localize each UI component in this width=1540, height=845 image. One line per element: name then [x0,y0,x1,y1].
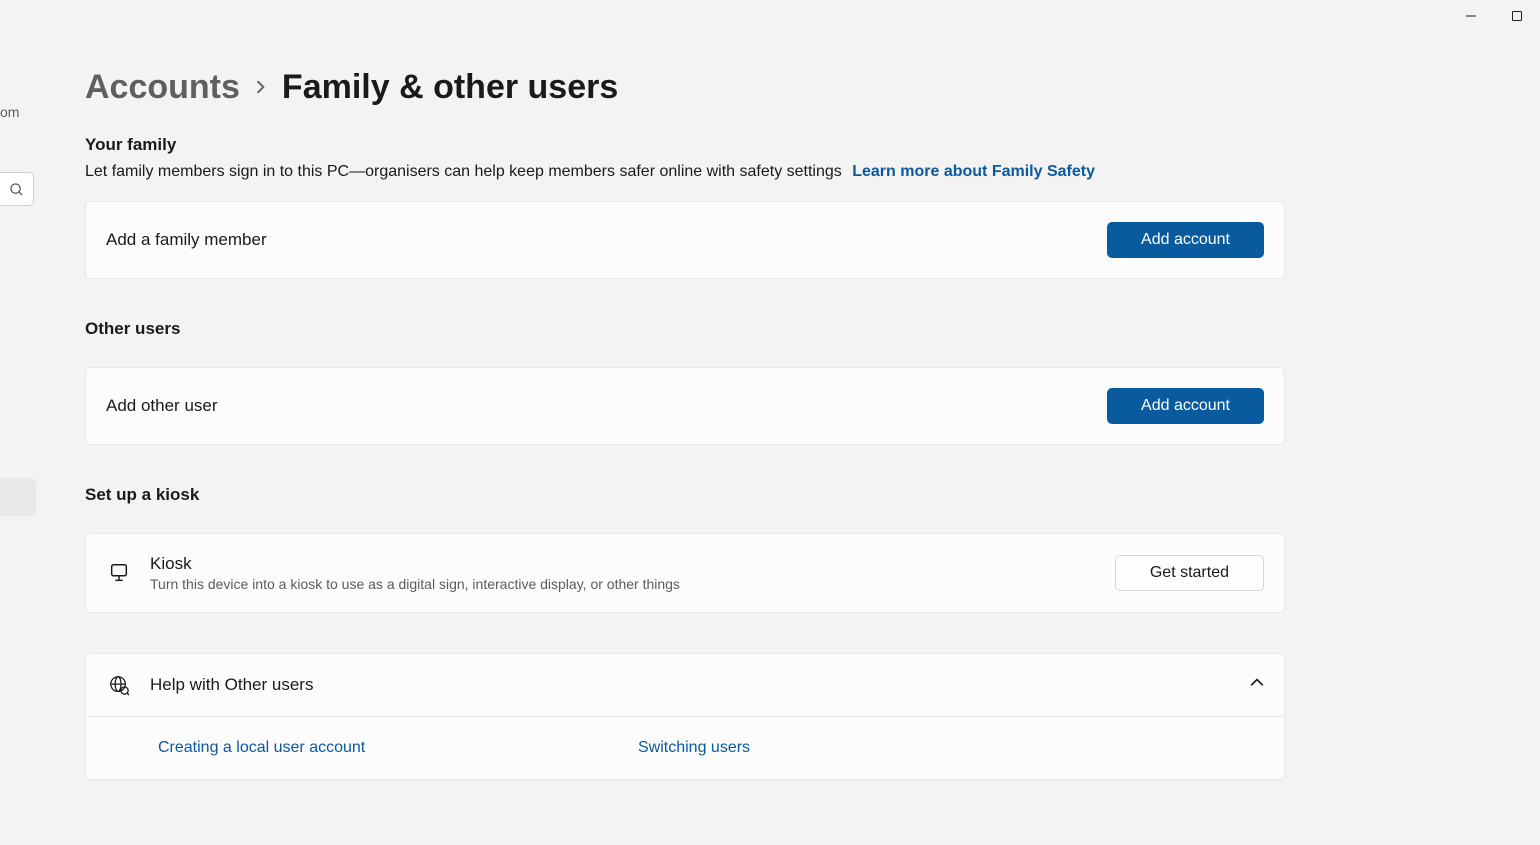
add-other-account-button[interactable]: Add account [1107,388,1264,424]
kiosk-get-started-button[interactable]: Get started [1115,555,1264,591]
search-icon [9,182,24,197]
help-title: Help with Other users [150,675,313,695]
other-users-section-title: Other users [85,319,1285,339]
family-section-title: Your family [85,135,1285,155]
add-family-member-card: Add a family member Add account [85,201,1285,279]
minimize-button[interactable] [1448,0,1494,32]
window-controls [1448,0,1540,32]
kiosk-label: Kiosk [150,554,680,574]
kiosk-sublabel: Turn this device into a kiosk to use as … [150,576,680,592]
add-other-user-card: Add other user Add account [85,367,1285,445]
help-link-switching-users[interactable]: Switching users [638,739,1118,757]
search-input[interactable] [0,172,34,206]
main-content: Accounts Family & other users Your famil… [85,68,1285,780]
help-body: Creating a local user account Switching … [86,717,1284,779]
family-safety-link[interactable]: Learn more about Family Safety [852,163,1095,180]
family-desc-text: Let family members sign in to this PC—or… [85,163,842,180]
sidebar-item-selected[interactable] [0,478,36,516]
kiosk-card: Kiosk Turn this device into a kiosk to u… [85,533,1285,613]
help-expander-header[interactable]: Help with Other users [86,654,1284,717]
add-family-member-label: Add a family member [106,230,267,250]
breadcrumb: Accounts Family & other users [85,68,1285,107]
chevron-up-icon [1250,676,1264,695]
add-family-account-button[interactable]: Add account [1107,222,1264,258]
help-card: Help with Other users Creating a local u… [85,653,1285,780]
breadcrumb-parent[interactable]: Accounts [85,68,240,107]
kiosk-icon [106,562,132,584]
kiosk-section-title: Set up a kiosk [85,485,1285,505]
add-other-user-label: Add other user [106,396,218,416]
help-globe-icon [106,674,132,696]
account-email-fragment: om [0,104,19,120]
help-link-create-local-account[interactable]: Creating a local user account [158,739,638,757]
family-section-description: Let family members sign in to this PC—or… [85,163,1285,181]
minimize-icon [1465,10,1477,22]
sidebar-partial: om [0,0,36,845]
page-title: Family & other users [282,68,618,107]
chevron-right-icon [254,80,268,99]
maximize-icon [1511,10,1523,22]
maximize-button[interactable] [1494,0,1540,32]
